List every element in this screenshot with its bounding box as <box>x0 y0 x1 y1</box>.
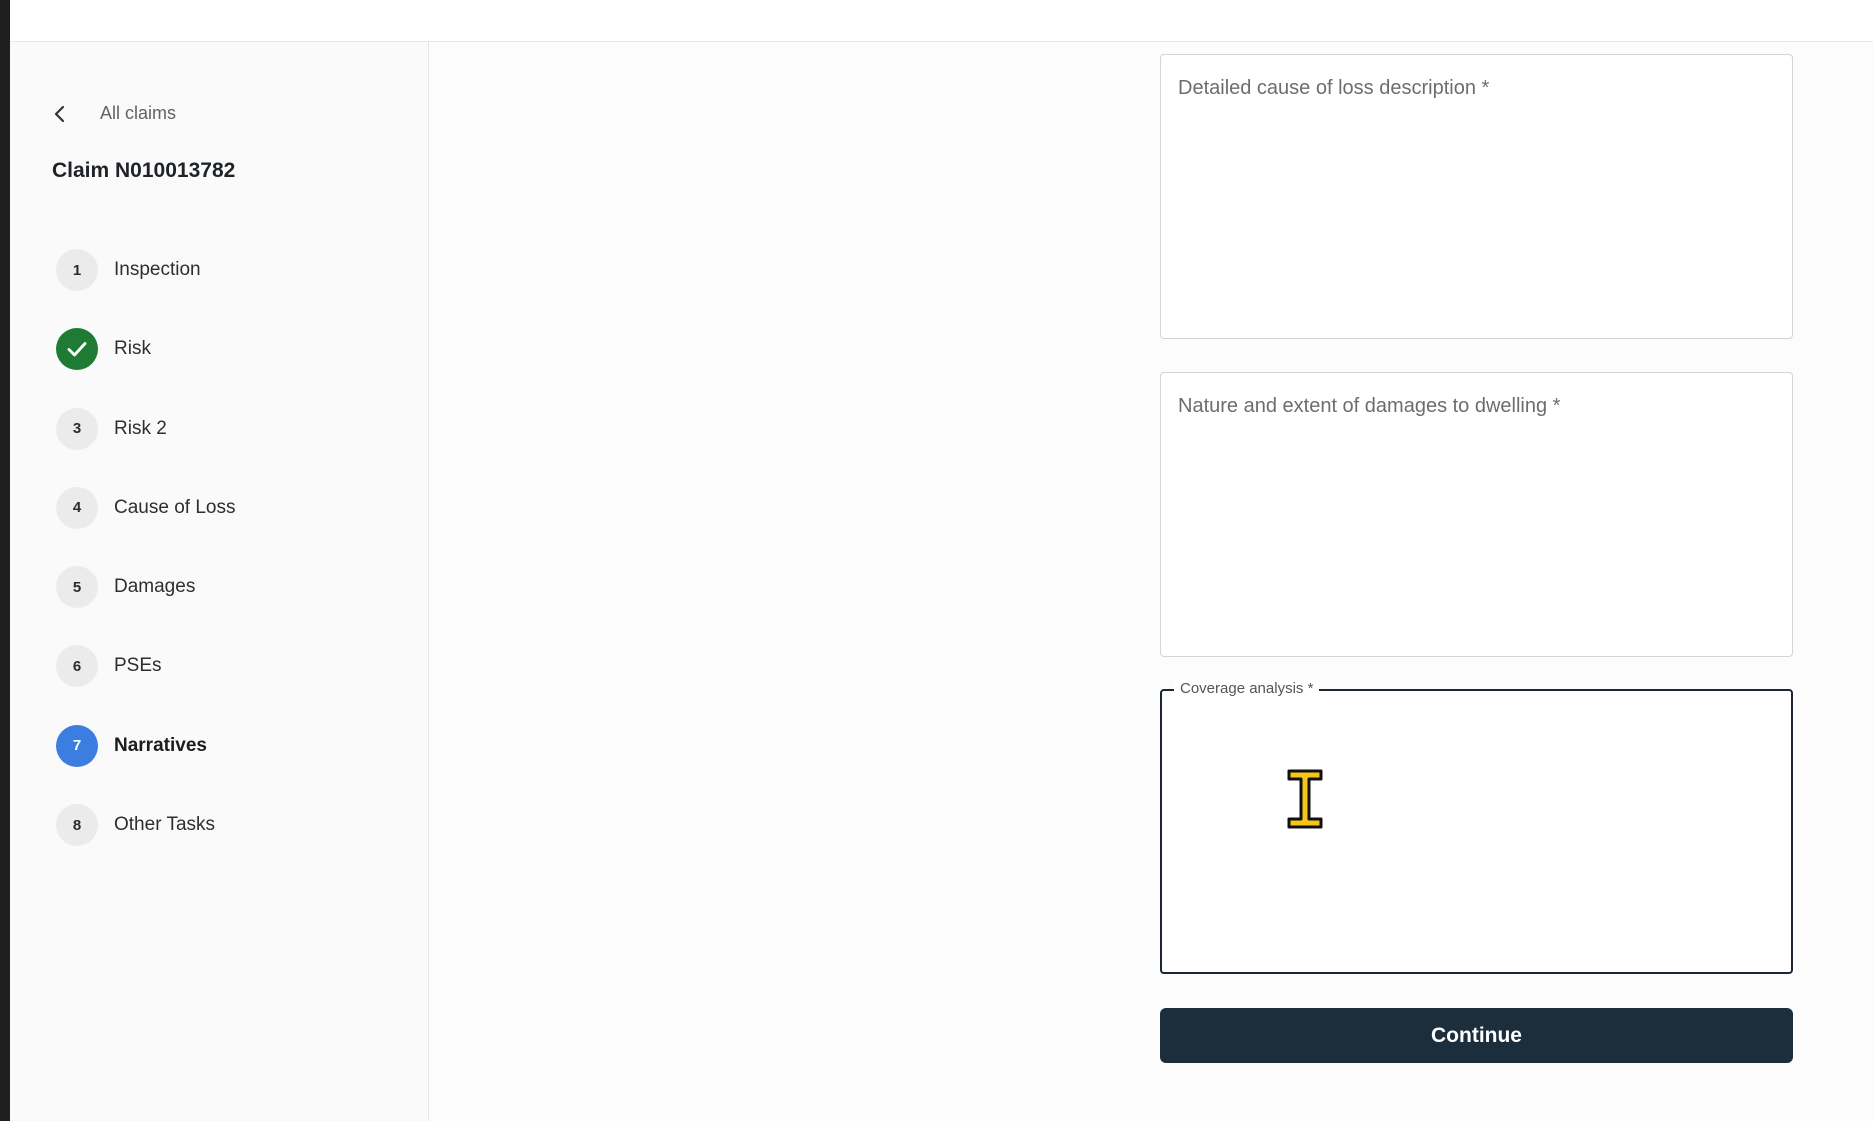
step-number-badge: 8 <box>56 804 98 847</box>
step-label: PSEs <box>114 655 162 677</box>
coverage-analysis-textarea[interactable] <box>1162 691 1791 972</box>
step-number-badge: 4 <box>56 486 98 529</box>
step-label: Narratives <box>114 734 207 756</box>
step-label: Cause of Loss <box>114 496 236 518</box>
damages-dwelling-field <box>1160 372 1793 657</box>
step-other-tasks[interactable]: 8 Other Tasks <box>56 804 235 847</box>
step-pses[interactable]: 6 PSEs <box>56 645 235 688</box>
step-number-badge: 5 <box>56 566 98 609</box>
step-cause-of-loss[interactable]: 4 Cause of Loss <box>56 486 236 529</box>
text-cursor-icon <box>1287 769 1323 829</box>
step-risk[interactable]: Risk <box>56 328 235 371</box>
back-to-all-claims-link[interactable]: All claims <box>50 103 176 124</box>
cause-of-loss-field <box>1160 54 1793 339</box>
check-icon <box>67 342 87 357</box>
top-bar <box>10 0 1873 42</box>
claim-title: Claim N010013782 <box>52 159 236 182</box>
step-label: Inspection <box>114 259 201 280</box>
step-label: Risk 2 <box>114 417 167 439</box>
step-number-badge: 7 <box>56 724 98 767</box>
step-number-badge: 3 <box>56 407 98 450</box>
step-label: Damages <box>114 576 196 598</box>
chevron-left-icon <box>50 104 70 124</box>
step-label: Other Tasks <box>114 814 216 836</box>
step-narratives[interactable]: 7 Narratives <box>56 724 235 767</box>
step-risk-2[interactable]: 3 Risk 2 <box>56 407 235 450</box>
step-damages[interactable]: 5 Damages <box>56 566 235 609</box>
step-complete-badge <box>56 328 98 371</box>
coverage-analysis-field: Coverage analysis * <box>1160 680 1793 974</box>
continue-button[interactable]: Continue <box>1160 1008 1793 1063</box>
back-link-label: All claims <box>100 103 177 123</box>
step-label: Risk <box>114 338 151 360</box>
cause-of-loss-textarea[interactable] <box>1161 55 1792 338</box>
step-number-badge: 6 <box>56 645 98 688</box>
window-edge <box>0 0 10 1121</box>
step-number-badge: 1 <box>56 249 98 291</box>
step-list: 1 Inspection Risk 3 Risk 2 4 Cause of Lo… <box>56 249 235 883</box>
step-inspection[interactable]: 1 Inspection <box>56 249 235 291</box>
damages-dwelling-textarea[interactable] <box>1161 373 1792 656</box>
